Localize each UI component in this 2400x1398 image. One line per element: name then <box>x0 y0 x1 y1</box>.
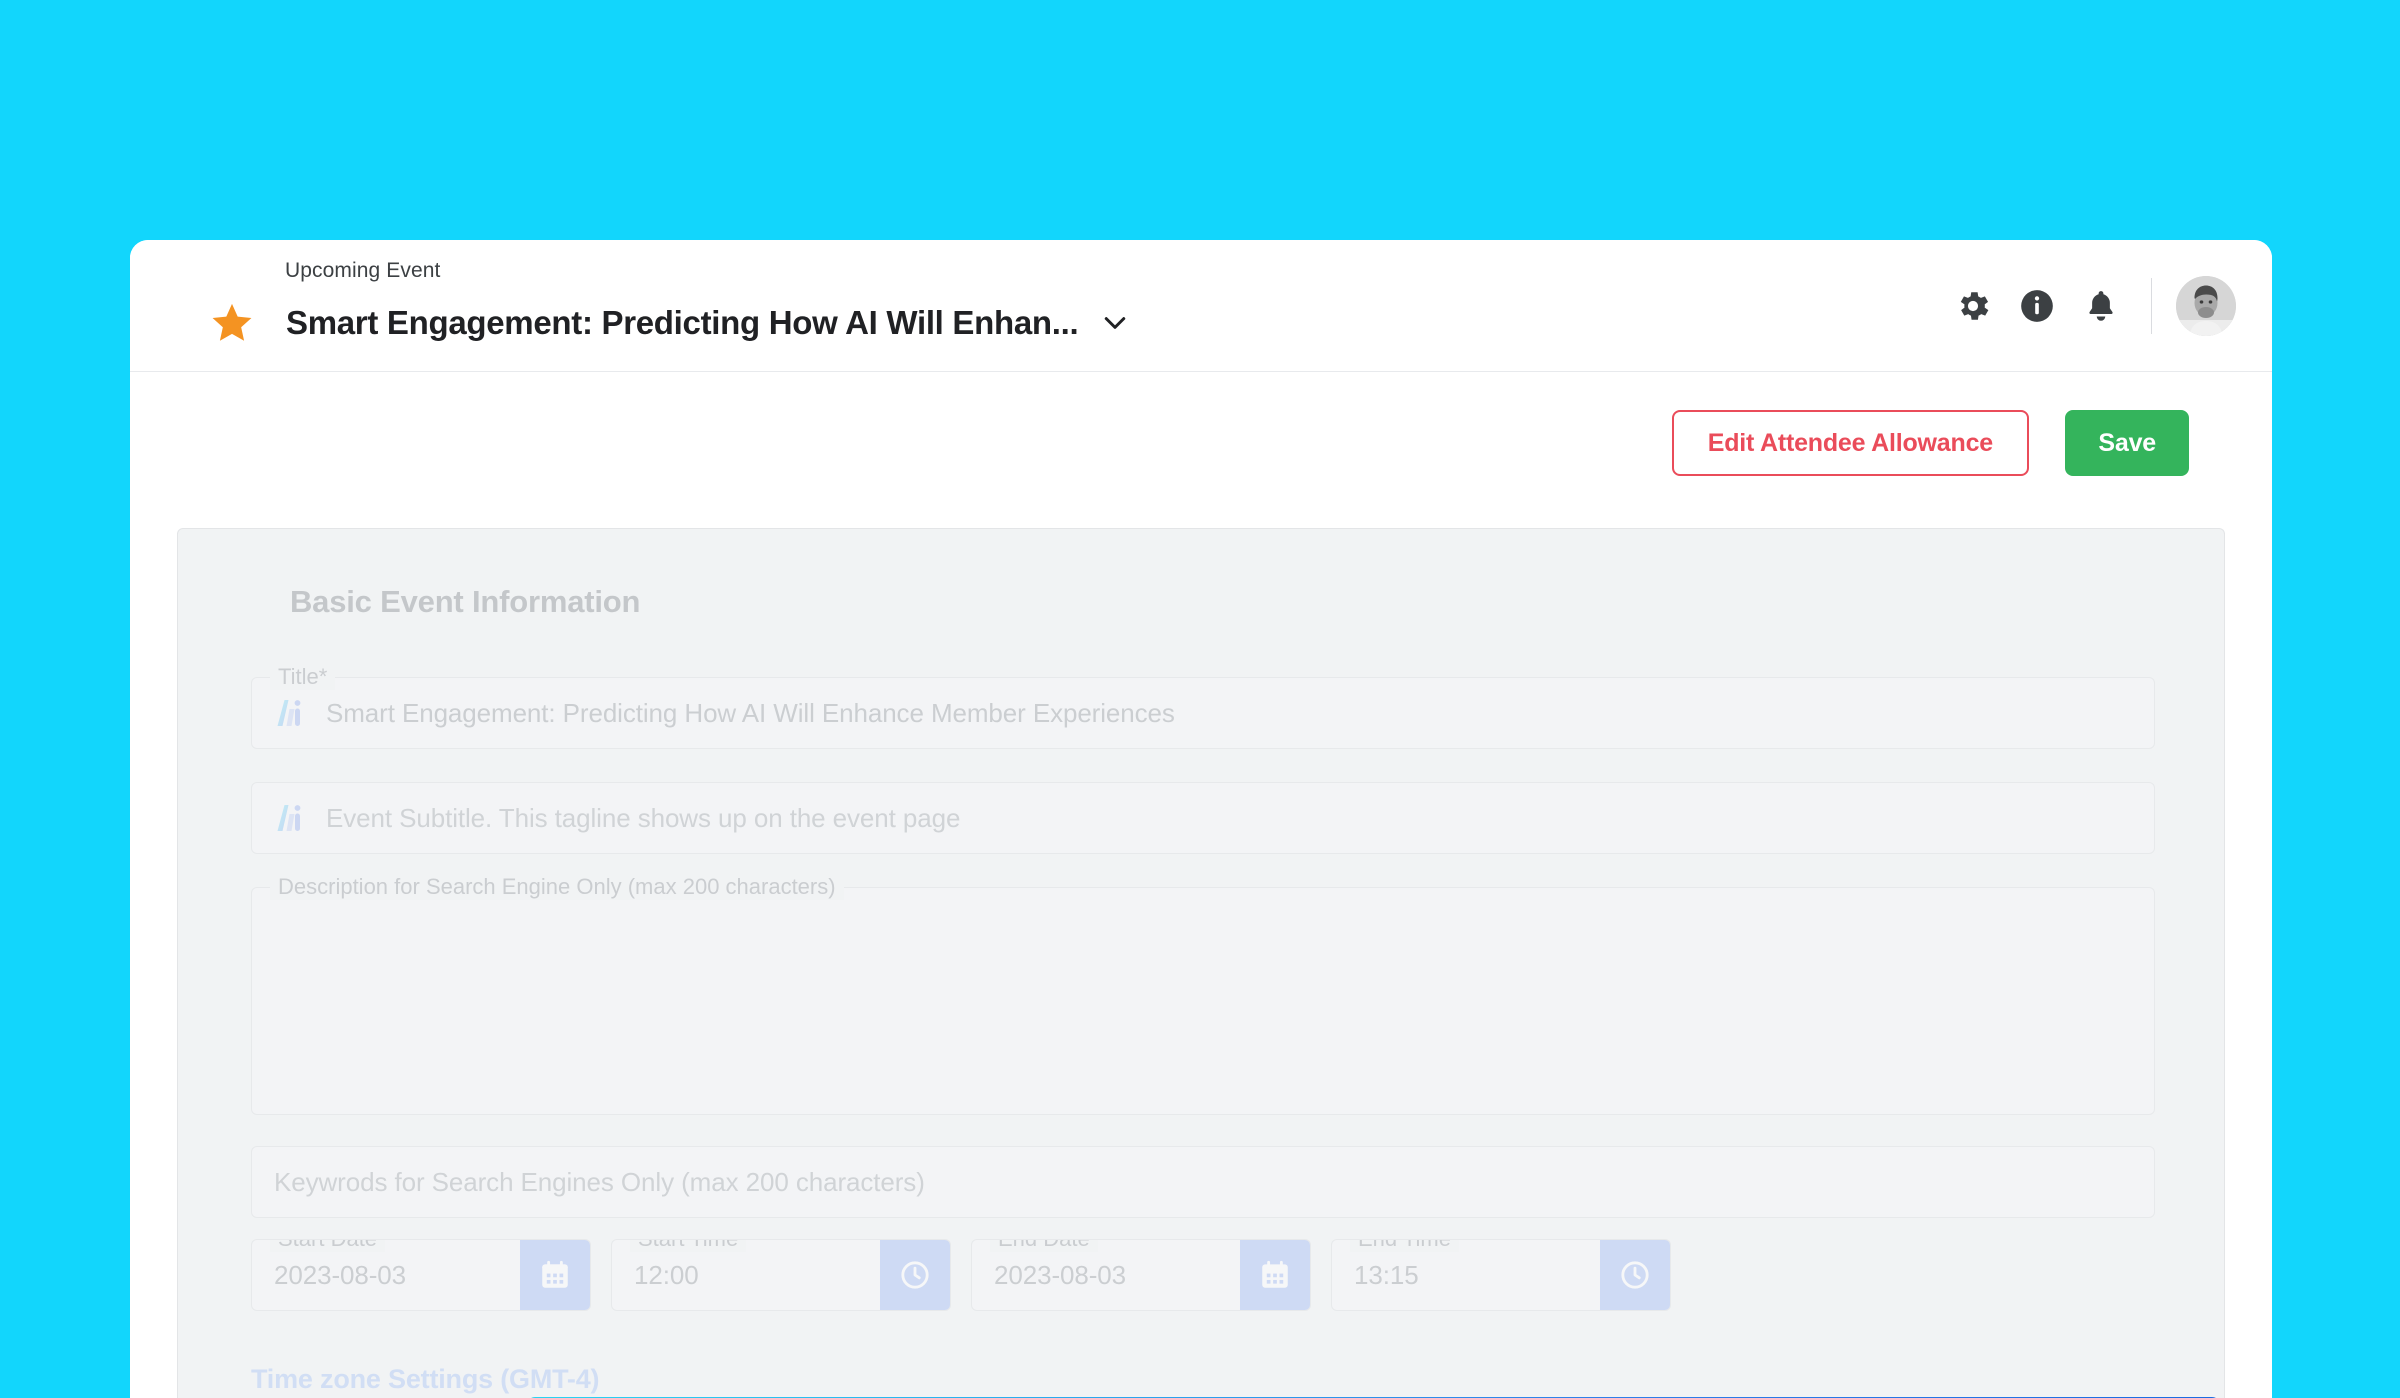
start-date-field[interactable]: Start Date 2023-08-03 <box>251 1239 591 1311</box>
star-icon[interactable] <box>210 301 254 345</box>
description-field[interactable]: Description for Search Engine Only (max … <box>251 874 2155 1115</box>
app-window: Upcoming Event Smart Engagement: Predict… <box>130 240 2272 1398</box>
end-time-picker-button[interactable] <box>1600 1240 1670 1310</box>
info-circle-icon <box>2021 290 2053 322</box>
title-field-value: Smart Engagement: Predicting How AI Will… <box>326 697 1175 728</box>
event-header: Upcoming Event Smart Engagement: Predict… <box>165 260 1130 345</box>
top-bar: Upcoming Event Smart Engagement: Predict… <box>130 240 2272 372</box>
subtitle-field[interactable]: Event Subtitle. This tagline shows up on… <box>251 782 2155 854</box>
start-date-label: Start Date <box>270 1240 386 1252</box>
start-time-field[interactable]: Start Time 12:00 <box>611 1239 951 1311</box>
title-field-label: Title* <box>270 664 336 690</box>
description-field-label: Description for Search Engine Only (max … <box>270 874 844 900</box>
end-time-value: 13:15 <box>1354 1259 1419 1290</box>
end-date-label: End Date <box>990 1240 1098 1252</box>
end-time-label: End Time <box>1350 1240 1459 1252</box>
settings-button[interactable] <box>1941 274 2005 338</box>
end-date-picker-button[interactable] <box>1240 1240 1310 1310</box>
basic-event-information-card: Basic Event Information Title* Smart Eng… <box>177 528 2225 1398</box>
calendar-icon <box>542 1260 568 1288</box>
subtitle-field-placeholder: Event Subtitle. This tagline shows up on… <box>326 802 961 833</box>
start-time-picker-button[interactable] <box>880 1240 950 1310</box>
avatar-photo <box>2176 276 2236 336</box>
info-button[interactable] <box>2005 274 2069 338</box>
keywords-field[interactable]: Keywrods for Search Engines Only (max 20… <box>251 1146 2155 1218</box>
top-bar-actions <box>1941 240 2236 372</box>
clock-icon <box>901 1261 929 1289</box>
calendar-icon <box>1262 1260 1288 1288</box>
start-time-label: Start Time <box>630 1240 747 1252</box>
page-title: Smart Engagement: Predicting How AI Will… <box>286 304 1079 341</box>
ai-sparkle-icon <box>277 700 301 726</box>
title-field[interactable]: Title* Smart Engagement: Predicting How … <box>251 664 2155 749</box>
clock-icon <box>1621 1261 1649 1289</box>
start-date-picker-button[interactable] <box>520 1240 590 1310</box>
save-button[interactable]: Save <box>2065 410 2189 476</box>
toolbar-divider <box>2151 278 2152 334</box>
notifications-button[interactable] <box>2069 274 2133 338</box>
bell-icon <box>2089 291 2113 321</box>
ai-sparkle-icon <box>277 805 301 831</box>
avatar[interactable] <box>2176 276 2236 336</box>
event-title-row[interactable]: Smart Engagement: Predicting How AI Will… <box>165 301 1130 345</box>
gear-icon <box>1960 292 1989 320</box>
event-eyebrow-label: Upcoming Event <box>285 259 441 282</box>
end-time-field[interactable]: End Time 13:15 <box>1331 1239 1671 1311</box>
start-time-value: 12:00 <box>634 1259 699 1290</box>
end-date-field[interactable]: End Date 2023-08-03 <box>971 1239 1311 1311</box>
keywords-field-placeholder: Keywrods for Search Engines Only (max 20… <box>274 1166 925 1197</box>
start-date-value: 2023-08-03 <box>274 1259 406 1290</box>
edit-attendee-allowance-button[interactable]: Edit Attendee Allowance <box>1671 410 2029 476</box>
timezone-settings-link[interactable]: Time zone Settings (GMT-4) <box>251 1364 600 1395</box>
action-bar: Edit Attendee Allowance Save <box>130 372 2272 496</box>
chevron-down-icon[interactable] <box>1100 308 1130 338</box>
section-title: Basic Event Information <box>290 584 641 619</box>
end-date-value: 2023-08-03 <box>994 1259 1126 1290</box>
